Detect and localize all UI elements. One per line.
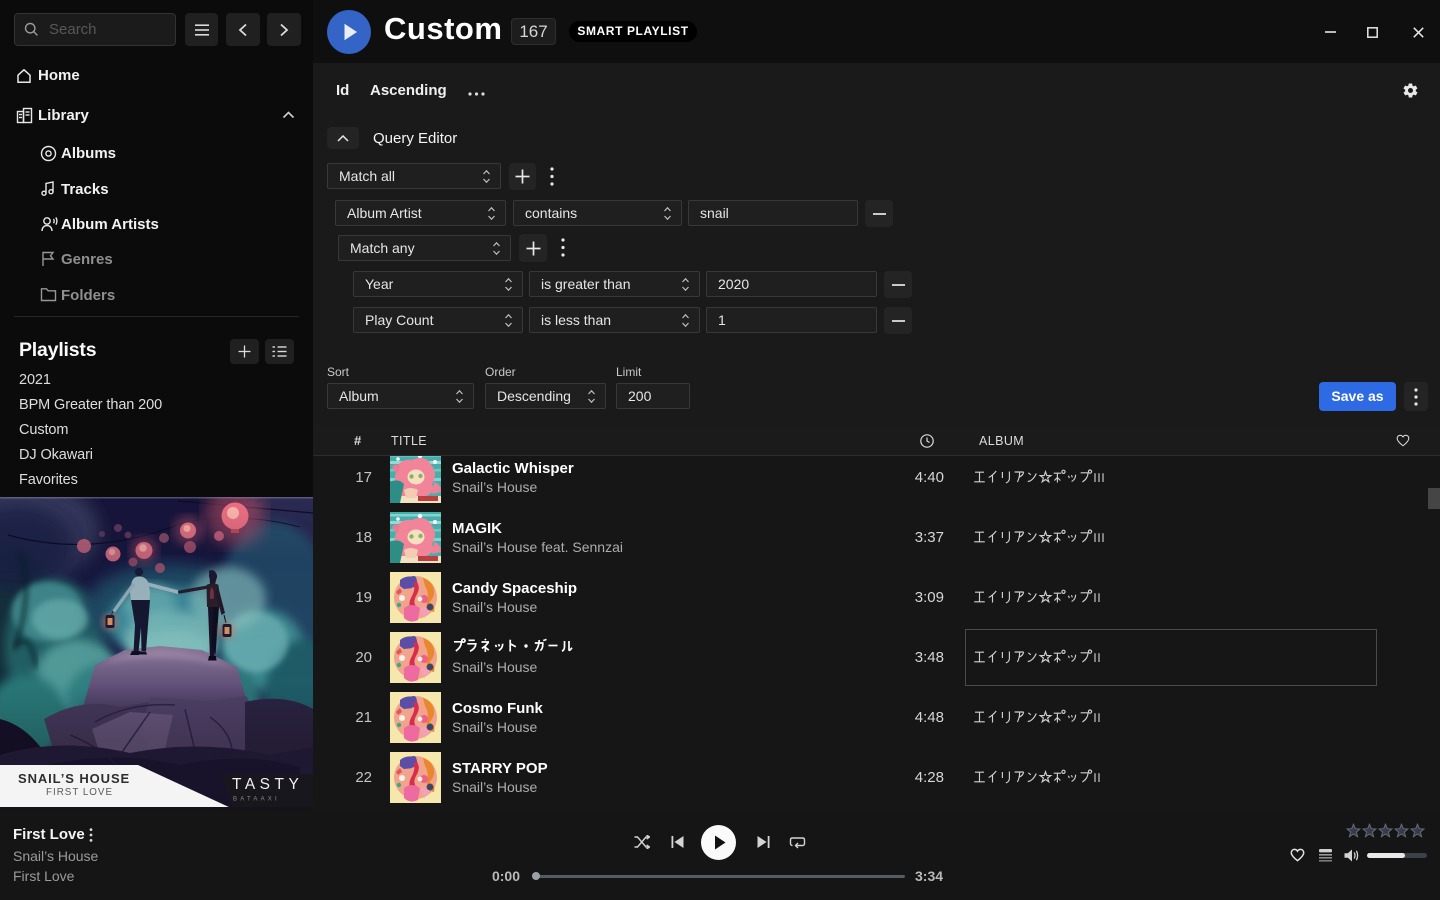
svg-text:SNAIL’S HOUSE: SNAIL’S HOUSE <box>18 771 130 786</box>
svg-text:BATAAXI: BATAAXI <box>233 797 280 803</box>
svg-text:TASTY: TASTY <box>232 776 303 793</box>
svg-text:FIRST LOVE: FIRST LOVE <box>46 787 113 798</box>
